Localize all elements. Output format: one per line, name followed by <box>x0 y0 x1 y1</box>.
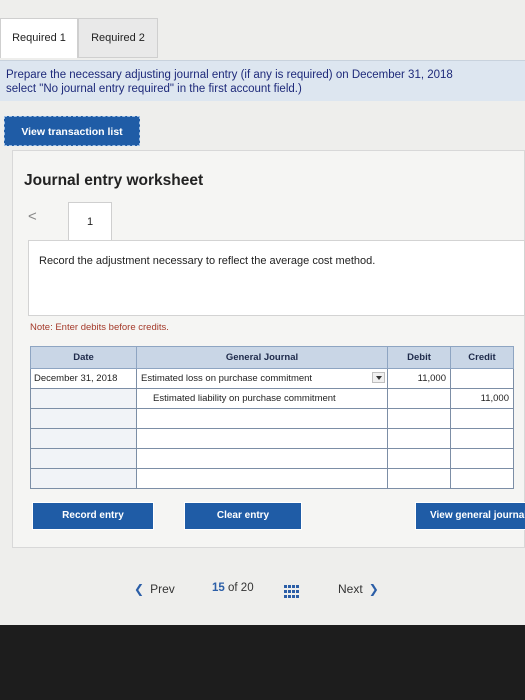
credit-cell[interactable] <box>450 368 514 389</box>
grid-icon[interactable] <box>284 585 300 599</box>
journal-row <box>30 468 514 489</box>
view-general-journal-button[interactable]: View general journal <box>416 503 525 529</box>
journal-row: December 31, 2018 Estimated loss on purc… <box>30 368 514 389</box>
instruction-line-1: Prepare the necessary adjusting journal … <box>6 69 453 81</box>
date-cell[interactable] <box>30 428 137 449</box>
date-cell[interactable] <box>30 388 137 409</box>
clear-entry-button[interactable]: Clear entry <box>185 503 301 529</box>
header-credit: Credit <box>450 346 514 369</box>
debit-cell[interactable] <box>387 408 451 429</box>
chevron-right-icon: ❯ <box>368 582 379 596</box>
dropdown-arrow-icon[interactable] <box>372 372 385 383</box>
tab-required-2[interactable]: Required 2 <box>78 18 158 58</box>
credit-cell[interactable] <box>450 468 514 489</box>
debit-cell[interactable] <box>387 468 451 489</box>
chevron-left-icon: ❮ <box>134 582 145 596</box>
journal-row <box>30 408 514 429</box>
next-button[interactable]: Next ❯ <box>338 582 379 596</box>
date-cell[interactable] <box>30 468 137 489</box>
header-date: Date <box>30 346 137 369</box>
credit-cell[interactable] <box>450 428 514 449</box>
debit-cell[interactable] <box>387 388 451 409</box>
worksheet-title: Journal entry worksheet <box>24 172 204 189</box>
credit-cell[interactable] <box>450 448 514 469</box>
credit-cell[interactable] <box>450 408 514 429</box>
credit-cell[interactable]: 11,000 <box>450 388 514 409</box>
page-indicator: 15 of 20 <box>212 582 254 594</box>
instruction-banner: Prepare the necessary adjusting journal … <box>0 60 525 101</box>
journal-table: Date General Journal Debit Credit Decemb… <box>30 346 514 489</box>
entry-description: Record the adjustment necessary to refle… <box>39 255 376 267</box>
journal-row <box>30 428 514 449</box>
current-page: 15 <box>212 582 225 594</box>
tab-required-1[interactable]: Required 1 <box>0 18 78 58</box>
debit-cell[interactable] <box>387 428 451 449</box>
journal-header-row: Date General Journal Debit Credit <box>30 346 514 369</box>
prev-entry-arrow-icon[interactable]: < <box>28 208 37 225</box>
date-cell[interactable] <box>30 408 137 429</box>
prev-button[interactable]: ❮ Prev <box>134 582 175 596</box>
debit-cell[interactable] <box>387 448 451 469</box>
account-cell[interactable]: Estimated loss on purchase commitment <box>136 368 388 389</box>
record-entry-button[interactable]: Record entry <box>33 503 153 529</box>
prev-label: Prev <box>150 582 175 596</box>
screen: Required 1 Required 2 Prepare the necess… <box>0 0 525 625</box>
instruction-line-2: select "No journal entry required" in th… <box>6 83 302 95</box>
next-label: Next <box>338 582 363 596</box>
entry-tab-1[interactable]: 1 <box>68 202 112 240</box>
debit-cell[interactable]: 11,000 <box>387 368 451 389</box>
account-cell[interactable] <box>136 468 388 489</box>
date-cell[interactable] <box>30 448 137 469</box>
of-label: of <box>228 582 238 594</box>
account-cell[interactable] <box>136 428 388 449</box>
account-cell[interactable] <box>136 448 388 469</box>
account-cell[interactable] <box>136 408 388 429</box>
header-debit: Debit <box>387 346 451 369</box>
tabs: Required 1 Required 2 <box>0 18 525 60</box>
total-pages: 20 <box>240 582 254 594</box>
account-cell[interactable]: Estimated liability on purchase commitme… <box>136 388 388 409</box>
journal-row: Estimated liability on purchase commitme… <box>30 388 514 409</box>
journal-row <box>30 448 514 469</box>
entry-description-box: Record the adjustment necessary to refle… <box>28 240 525 316</box>
debit-credit-note: Note: Enter debits before credits. <box>30 322 169 333</box>
view-transaction-list-button[interactable]: View transaction list <box>4 116 140 146</box>
account-value: Estimated loss on purchase commitment <box>141 373 313 384</box>
date-cell[interactable]: December 31, 2018 <box>30 368 137 389</box>
header-general-journal: General Journal <box>136 346 388 369</box>
